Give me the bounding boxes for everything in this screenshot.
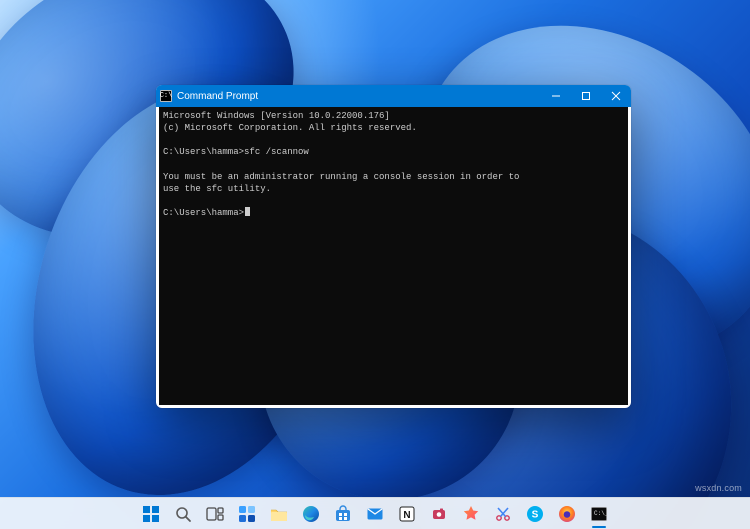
edge-icon xyxy=(302,505,320,523)
taskbar-firefox[interactable] xyxy=(554,501,580,527)
skype-icon: S xyxy=(526,505,544,523)
watermark: wsxdn.com xyxy=(695,483,742,493)
minimize-icon xyxy=(551,91,561,101)
taskbar-camera[interactable] xyxy=(426,501,452,527)
taskbar[interactable]: N xyxy=(0,497,750,529)
taskbar-start[interactable] xyxy=(138,501,164,527)
taskbar-skype[interactable]: S xyxy=(522,501,548,527)
terminal-output: You must be an administrator running a c… xyxy=(163,172,519,182)
maximize-icon xyxy=(581,91,591,101)
terminal-prompt: C:\Users\hamma> xyxy=(163,147,244,157)
taskbar-widgets[interactable] xyxy=(234,501,260,527)
svg-text:N: N xyxy=(403,510,410,521)
svg-text:C:\_: C:\_ xyxy=(594,510,608,517)
store-icon xyxy=(334,505,352,523)
maximize-button[interactable] xyxy=(571,85,601,107)
camera-icon xyxy=(430,505,448,523)
task-view-icon xyxy=(206,505,224,523)
command-prompt-window[interactable]: C:\ Command Prompt Microsoft Windows [Ve… xyxy=(156,85,631,408)
desktop[interactable]: C:\ Command Prompt Microsoft Windows [Ve… xyxy=(0,0,750,529)
windows-icon xyxy=(142,505,160,523)
taskbar-mail[interactable] xyxy=(362,501,388,527)
snip-icon xyxy=(494,505,512,523)
terminal-command: sfc /scannow xyxy=(244,147,309,157)
taskbar-task-view[interactable] xyxy=(202,501,228,527)
taskbar-store[interactable] xyxy=(330,501,356,527)
minimize-button[interactable] xyxy=(541,85,571,107)
taskbar-search[interactable] xyxy=(170,501,196,527)
cmd-icon: C:\ xyxy=(160,90,172,102)
taskbar-file-explorer[interactable] xyxy=(266,501,292,527)
widgets-icon xyxy=(238,505,256,523)
terminal-line: (c) Microsoft Corporation. All rights re… xyxy=(163,123,417,133)
titlebar[interactable]: C:\ Command Prompt xyxy=(156,85,631,107)
get-started-icon xyxy=(462,505,480,523)
close-icon xyxy=(611,91,621,101)
folder-icon xyxy=(270,505,288,523)
terminal-area[interactable]: Microsoft Windows [Version 10.0.22000.17… xyxy=(159,107,628,405)
svg-text:S: S xyxy=(532,509,539,520)
onenote-icon: N xyxy=(398,505,416,523)
taskbar-snipping-tool[interactable] xyxy=(490,501,516,527)
cmd-taskbar-icon: C:\_ xyxy=(590,505,608,523)
taskbar-cmd[interactable]: C:\_ xyxy=(586,501,612,527)
mail-icon xyxy=(366,505,384,523)
terminal-output: use the sfc utility. xyxy=(163,184,271,194)
window-title: Command Prompt xyxy=(177,91,258,102)
taskbar-onenote[interactable]: N xyxy=(394,501,420,527)
close-button[interactable] xyxy=(601,85,631,107)
terminal-cursor xyxy=(245,207,250,216)
taskbar-get-started[interactable] xyxy=(458,501,484,527)
search-icon xyxy=(174,505,192,523)
running-indicator xyxy=(592,526,606,528)
terminal-line: Microsoft Windows [Version 10.0.22000.17… xyxy=(163,111,390,121)
taskbar-edge[interactable] xyxy=(298,501,324,527)
firefox-icon xyxy=(558,505,576,523)
terminal-prompt: C:\Users\hamma> xyxy=(163,208,244,218)
